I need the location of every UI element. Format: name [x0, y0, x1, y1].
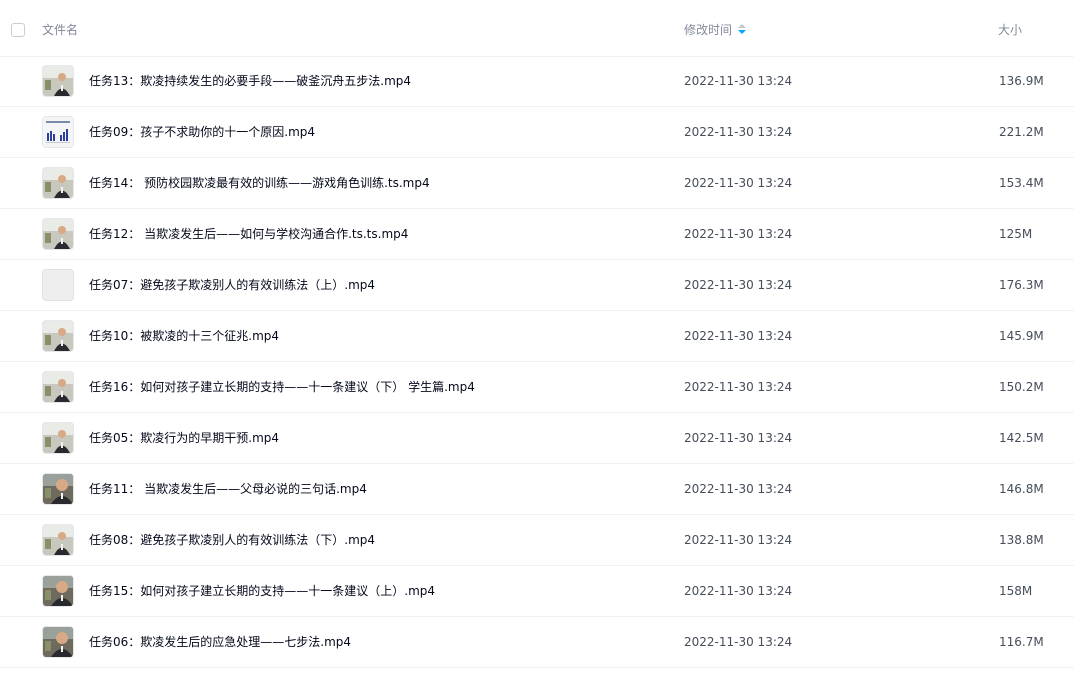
file-size: 176.3M: [999, 278, 1044, 292]
file-rows: 任务13：欺凌持续发生的必要手段——破釜沉舟五步法.mp4 2022-11-30 …: [0, 56, 1074, 668]
blank-video-thumbnail: [42, 269, 74, 301]
file-row[interactable]: 任务07：避免孩子欺凌别人的有效训练法（上）.mp4 2022-11-30 13:…: [0, 260, 1074, 311]
file-name[interactable]: 任务13：欺凌持续发生的必要手段——破釜沉舟五步法.mp4: [89, 73, 411, 89]
file-modified-time: 2022-11-30 13:24: [684, 584, 793, 598]
table-header: 文件名 修改时间 大小: [0, 0, 1074, 57]
sort-icon[interactable]: [738, 24, 747, 36]
person-video-thumbnail: [42, 371, 74, 403]
file-modified-time: 2022-11-30 13:24: [684, 227, 793, 241]
file-row[interactable]: 任务16：如何对孩子建立长期的支持——十一条建议（下） 学生篇.mp4 2022-…: [0, 362, 1074, 413]
file-name[interactable]: 任务15：如何对孩子建立长期的支持——十一条建议（上）.mp4: [89, 583, 435, 599]
file-modified-time: 2022-11-30 13:24: [684, 74, 793, 88]
file-modified-time: 2022-11-30 13:24: [684, 533, 793, 547]
file-size: 116.7M: [999, 635, 1044, 649]
person-closeup-video-thumbnail: [42, 473, 74, 505]
column-header-name[interactable]: 文件名: [42, 22, 78, 38]
file-row[interactable]: 任务08：避免孩子欺凌别人的有效训练法（下）.mp4 2022-11-30 13:…: [0, 515, 1074, 566]
file-name[interactable]: 任务12： 当欺凌发生后——如何与学校沟通合作.ts.ts.mp4: [89, 226, 408, 242]
file-modified-time: 2022-11-30 13:24: [684, 329, 793, 343]
column-header-modified[interactable]: 修改时间: [684, 22, 747, 38]
file-name[interactable]: 任务06：欺凌发生后的应急处理——七步法.mp4: [89, 634, 351, 650]
file-name[interactable]: 任务07：避免孩子欺凌别人的有效训练法（上）.mp4: [89, 277, 375, 293]
file-row[interactable]: 任务11： 当欺凌发生后——父母必说的三句话.mp4 2022-11-30 13:…: [0, 464, 1074, 515]
person-closeup-video-thumbnail: [42, 626, 74, 658]
person-closeup-video-thumbnail: [42, 575, 74, 607]
file-size: 150.2M: [999, 380, 1044, 394]
person-video-thumbnail: [42, 167, 74, 199]
file-size: 146.8M: [999, 482, 1044, 496]
file-size: 138.8M: [999, 533, 1044, 547]
file-list: 文件名 修改时间 大小 任务13：欺凌持续发生的必要手段——破釜沉舟五步法.mp…: [0, 0, 1074, 684]
file-size: 145.9M: [999, 329, 1044, 343]
file-row[interactable]: 任务14： 预防校园欺凌最有效的训练——游戏角色训练.ts.mp4 2022-11…: [0, 158, 1074, 209]
file-row[interactable]: 任务06：欺凌发生后的应急处理——七步法.mp4 2022-11-30 13:24…: [0, 617, 1074, 668]
column-header-modified-label: 修改时间: [684, 23, 733, 37]
file-size: 136.9M: [999, 74, 1044, 88]
file-row[interactable]: 任务13：欺凌持续发生的必要手段——破釜沉舟五步法.mp4 2022-11-30 …: [0, 56, 1074, 107]
person-video-thumbnail: [42, 422, 74, 454]
file-name[interactable]: 任务08：避免孩子欺凌别人的有效训练法（下）.mp4: [89, 532, 375, 548]
column-header-size[interactable]: 大小: [998, 22, 1022, 38]
person-video-thumbnail: [42, 320, 74, 352]
file-name[interactable]: 任务10：被欺凌的十三个征兆.mp4: [89, 328, 279, 344]
file-row[interactable]: 任务09：孩子不求助你的十一个原因.mp4 2022-11-30 13:24 221…: [0, 107, 1074, 158]
select-all-checkbox[interactable]: [11, 23, 25, 37]
file-size: 142.5M: [999, 431, 1044, 445]
file-size: 153.4M: [999, 176, 1044, 190]
person-video-thumbnail: [42, 524, 74, 556]
file-name[interactable]: 任务16：如何对孩子建立长期的支持——十一条建议（下） 学生篇.mp4: [89, 379, 475, 395]
bar-chart-video-thumbnail: [42, 116, 74, 148]
file-modified-time: 2022-11-30 13:24: [684, 482, 793, 496]
file-name[interactable]: 任务11： 当欺凌发生后——父母必说的三句话.mp4: [89, 481, 367, 497]
person-video-thumbnail: [42, 65, 74, 97]
file-size: 158M: [999, 584, 1033, 598]
file-modified-time: 2022-11-30 13:24: [684, 125, 793, 139]
file-modified-time: 2022-11-30 13:24: [684, 431, 793, 445]
file-modified-time: 2022-11-30 13:24: [684, 635, 793, 649]
file-name[interactable]: 任务09：孩子不求助你的十一个原因.mp4: [89, 124, 315, 140]
file-name[interactable]: 任务05：欺凌行为的早期干预.mp4: [89, 430, 279, 446]
person-video-thumbnail: [42, 218, 74, 250]
file-row[interactable]: 任务10：被欺凌的十三个征兆.mp4 2022-11-30 13:24 145.9M: [0, 311, 1074, 362]
file-name[interactable]: 任务14： 预防校园欺凌最有效的训练——游戏角色训练.ts.mp4: [89, 175, 430, 191]
file-row[interactable]: 任务12： 当欺凌发生后——如何与学校沟通合作.ts.ts.mp4 2022-11…: [0, 209, 1074, 260]
file-modified-time: 2022-11-30 13:24: [684, 380, 793, 394]
file-modified-time: 2022-11-30 13:24: [684, 176, 793, 190]
file-row[interactable]: 任务15：如何对孩子建立长期的支持——十一条建议（上）.mp4 2022-11-3…: [0, 566, 1074, 617]
file-modified-time: 2022-11-30 13:24: [684, 278, 793, 292]
file-row[interactable]: 任务05：欺凌行为的早期干预.mp4 2022-11-30 13:24 142.5M: [0, 413, 1074, 464]
file-size: 125M: [999, 227, 1033, 241]
file-size: 221.2M: [999, 125, 1044, 139]
